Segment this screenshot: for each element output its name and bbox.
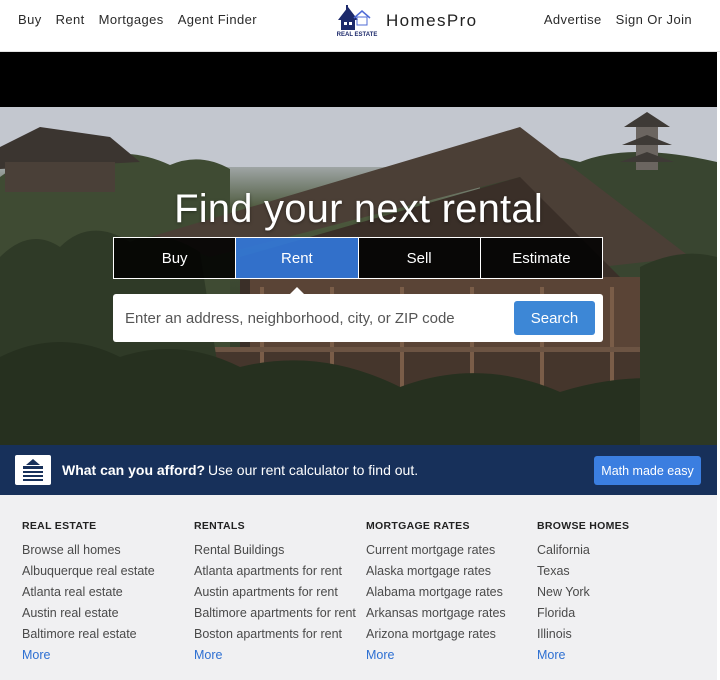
primary-nav: Buy Rent Mortgages Agent Finder [18,12,257,27]
tab-sell[interactable]: Sell [358,238,481,278]
footer-link[interactable]: Rental Buildings [194,543,364,557]
top-navigation: Buy Rent Mortgages Agent Finder REAL EST… [0,0,720,52]
column-title: RENTALS [194,520,245,532]
hero-title: Find your next rental [174,187,543,231]
footer-link[interactable]: Alaska mortgage rates [366,564,536,578]
nav-buy[interactable]: Buy [18,12,42,27]
search-mode-tabs: Buy Rent Sell Estimate [113,237,603,279]
column-title: BROWSE HOMES [537,520,630,532]
footer-link[interactable]: Current mortgage rates [366,543,536,557]
footer-link[interactable]: Arkansas mortgage rates [366,606,536,620]
more-link[interactable]: More [537,648,707,662]
footer-link[interactable]: California [537,543,707,557]
logo-text: REAL ESTATE [336,32,378,38]
house-logo-icon: REAL ESTATE [336,4,378,38]
column-title: MORTGAGE RATES [366,520,470,532]
calculator-document-icon [14,454,52,486]
more-link[interactable]: More [194,648,364,662]
mortgage-rates-column: MORTGAGE RATES Current mortgage rates Al… [366,520,536,662]
location-search-input[interactable] [125,304,505,332]
footer-link[interactable]: Baltimore apartments for rent [194,606,364,620]
secondary-nav: Advertise Sign Or Join [544,12,692,27]
math-made-easy-button[interactable]: Math made easy [594,456,701,485]
search-button[interactable]: Search [514,301,595,335]
nav-agent-finder[interactable]: Agent Finder [178,12,257,27]
more-link[interactable]: More [366,648,536,662]
footer-link[interactable]: Albuquerque real estate [22,564,192,578]
footer-link[interactable]: Browse all homes [22,543,192,557]
footer-link[interactable]: Alabama mortgage rates [366,585,536,599]
footer-link[interactable]: New York [537,585,707,599]
more-link[interactable]: More [22,648,192,662]
nav-sign-or-join[interactable]: Sign Or Join [616,12,692,27]
hero-section: Find your next rental Buy Rent Sell Esti… [0,107,717,445]
browse-homes-column: BROWSE HOMES California Texas New York F… [537,520,707,662]
nav-mortgages[interactable]: Mortgages [99,12,164,27]
promo-text: Use our rent calculator to find out. [208,462,419,478]
real-estate-column: REAL ESTATE Browse all homes Albuquerque… [22,520,192,662]
tab-buy[interactable]: Buy [114,238,237,278]
brand-name: HomesPro [386,11,478,30]
nav-rent[interactable]: Rent [56,12,85,27]
brand-home-link[interactable]: REAL ESTATE HomesPro [336,4,478,38]
tab-estimate[interactable]: Estimate [480,238,602,278]
black-banner [0,52,717,107]
rentals-column: RENTALS Rental Buildings Atlanta apartme… [194,520,364,662]
footer-link[interactable]: Boston apartments for rent [194,627,364,641]
rent-calculator-banner: What can you afford? Use our rent calcul… [0,445,717,495]
footer-link[interactable]: Baltimore real estate [22,627,192,641]
column-title: REAL ESTATE [22,520,97,532]
footer-link[interactable]: Texas [537,564,707,578]
footer-link[interactable]: Atlanta real estate [22,585,192,599]
footer-link[interactable]: Illinois [537,627,707,641]
nav-advertise[interactable]: Advertise [544,12,602,27]
tab-rent[interactable]: Rent [236,238,359,278]
footer-link[interactable]: Atlanta apartments for rent [194,564,364,578]
search-box: Search [113,294,603,342]
footer-link[interactable]: Austin apartments for rent [194,585,364,599]
footer-link[interactable]: Arizona mortgage rates [366,627,536,641]
footer-links: REAL ESTATE Browse all homes Albuquerque… [0,495,717,680]
promo-headline: What can you afford? [62,462,206,478]
footer-link[interactable]: Florida [537,606,707,620]
footer-link[interactable]: Austin real estate [22,606,192,620]
